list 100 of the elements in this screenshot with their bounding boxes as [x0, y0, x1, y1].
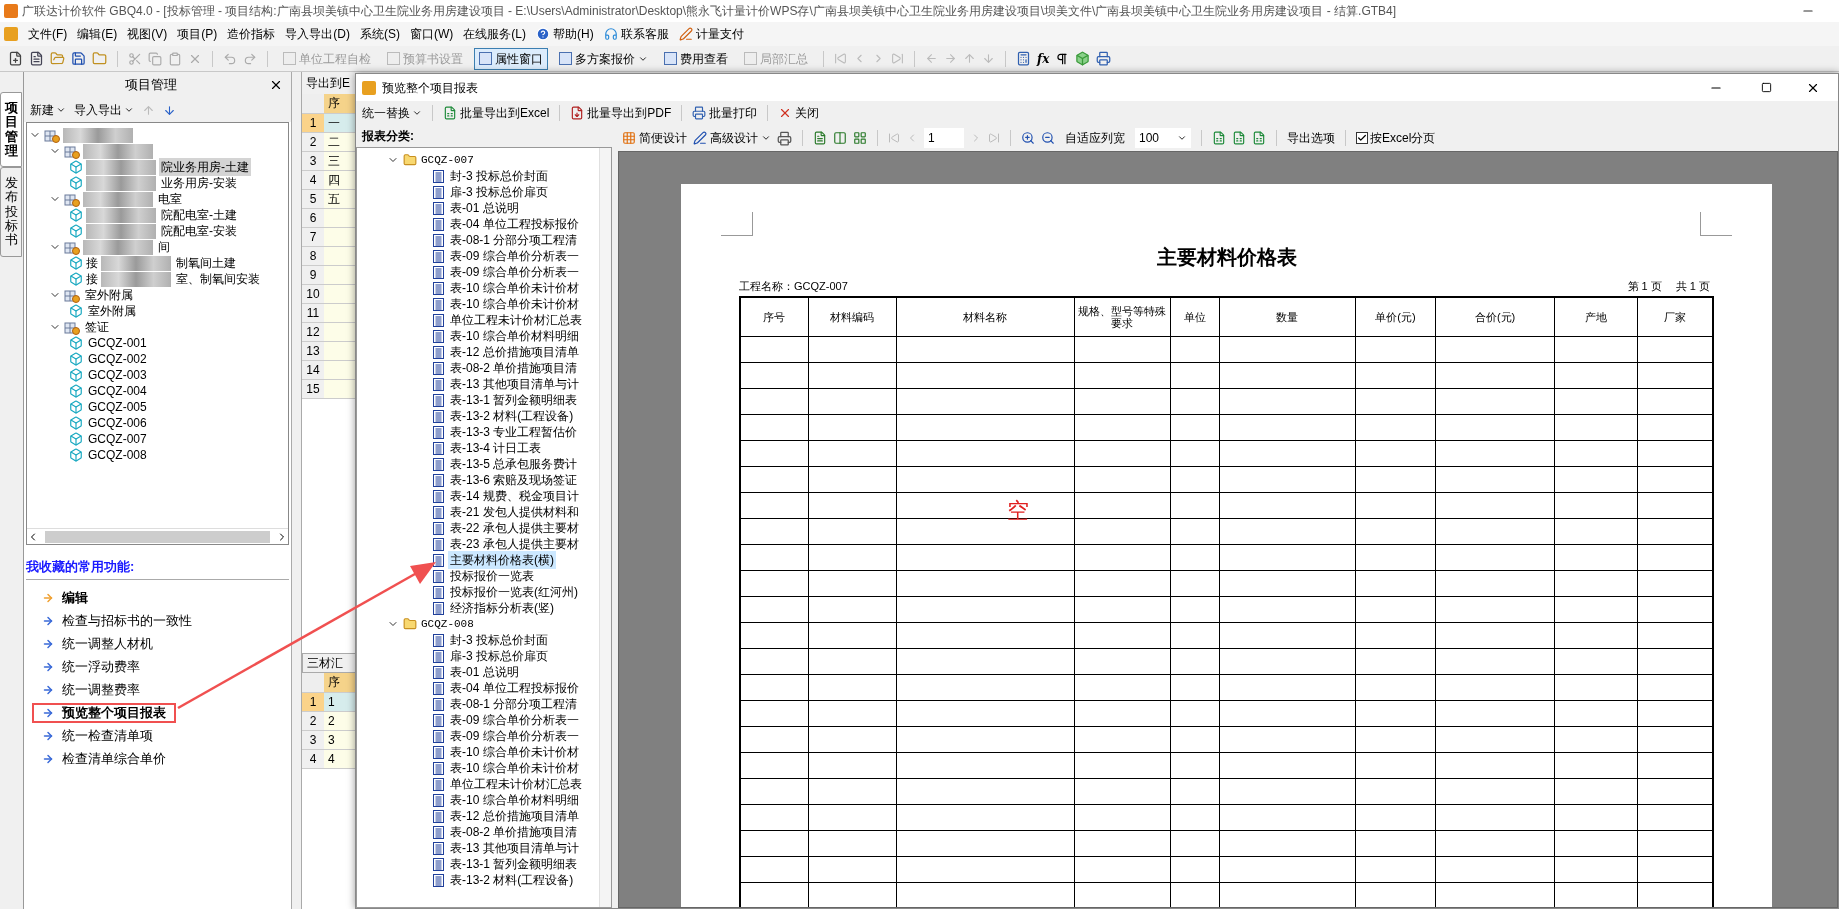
menu-item[interactable]: 导入导出(D) — [285, 25, 350, 43]
report-tree-item[interactable]: 封-3 投标总价封面 — [448, 167, 550, 185]
favorite-link[interactable]: 统一浮动费率 — [62, 656, 140, 677]
report-tree-item[interactable]: 表-13-4 计日工表 — [448, 439, 544, 457]
menu-item[interactable]: 编辑(E) — [77, 25, 118, 43]
toolbar-button[interactable]: 多方案报价 — [554, 47, 653, 70]
report-tree-item[interactable]: 表-13-2 材料(工程设备) — [448, 871, 576, 889]
import-export-dropdown-button[interactable]: 导入导出 — [74, 101, 134, 119]
page-number-field[interactable]: 1 — [924, 128, 964, 148]
tree-item[interactable]: GCQZ-005 — [86, 398, 149, 416]
close-icon[interactable] — [269, 78, 283, 92]
report-tree-item[interactable]: 表-12 总价措施项目清单 — [448, 807, 581, 825]
move-left-icon[interactable] — [925, 52, 938, 65]
tree-item[interactable]: GCQZ-001 — [86, 334, 149, 352]
multi-page-icon[interactable] — [853, 131, 867, 145]
spreadsheet-icon[interactable] — [1212, 131, 1226, 145]
report-tree-item[interactable]: 表-21 发包人提供材料和 — [448, 503, 581, 521]
close-button[interactable]: 关闭 — [778, 104, 820, 122]
new-dropdown-button[interactable]: 新建 — [30, 101, 66, 119]
report-tree-item[interactable]: 表-01 总说明 — [448, 663, 521, 681]
report-tree-item[interactable]: 封-3 投标总价封面 — [448, 631, 550, 649]
toolbar-button[interactable]: 属性窗口 — [474, 47, 548, 70]
export-excel-button[interactable]: 批量导出到Excel — [443, 104, 550, 122]
open-folder-icon[interactable] — [50, 51, 65, 66]
menu-item[interactable]: 窗口(W) — [410, 25, 454, 43]
report-tree-item[interactable]: 表-22 承包人提供主要材 — [448, 519, 581, 537]
tree-item[interactable]: 院配电室-土建 — [159, 206, 239, 224]
report-tree-item[interactable]: 投标报价一览表(红河州) — [448, 583, 580, 601]
zoom-out-icon[interactable] — [1041, 131, 1055, 145]
move-right-icon[interactable] — [944, 52, 957, 65]
tree-item[interactable]: 室、制氧间安装 — [174, 270, 262, 288]
toolbar-button[interactable]: 费用查看 — [659, 47, 733, 70]
report-tree-item[interactable]: 表-10 综合单价未计价材 — [448, 295, 581, 313]
advanced-design-dropdown-button[interactable]: 高级设计 — [693, 129, 771, 147]
scrollbar-thumb[interactable] — [45, 530, 270, 543]
formula-button[interactable]: fx — [1037, 49, 1050, 68]
zoom-in-icon[interactable] — [1021, 131, 1035, 145]
menu-item[interactable]: 视图(V) — [127, 25, 168, 43]
tree-item[interactable]: GCQZ-004 — [86, 382, 149, 400]
report-tree-item[interactable]: 表-10 综合单价未计价材 — [448, 743, 581, 761]
move-down-icon[interactable] — [163, 103, 176, 117]
tree-item[interactable]: 室外附属 — [83, 286, 135, 304]
export-pdf-button[interactable]: 批量导出到PDF — [570, 104, 672, 122]
tree-item[interactable]: 院配电室-安装 — [159, 222, 239, 240]
report-tree-item[interactable]: 表-13-6 索赔及现场签证 — [448, 471, 580, 489]
tree-item[interactable]: GCQZ-002 — [86, 350, 149, 368]
report-tree-item[interactable]: 投标报价一览表 — [448, 567, 536, 585]
excel-paging-checkbox[interactable]: 按Excel分页 — [1356, 129, 1436, 147]
report-tree-item[interactable]: 表-08-2 单价措施项目清 — [448, 359, 580, 377]
calculator-icon[interactable] — [1016, 51, 1031, 66]
first-icon[interactable] — [834, 52, 847, 65]
cut-icon[interactable] — [128, 51, 142, 66]
maximize-icon[interactable] — [1761, 82, 1772, 93]
undo-icon[interactable] — [223, 51, 237, 66]
tree-item[interactable]: 业务用房-安装 — [159, 174, 239, 192]
move-up-icon[interactable] — [963, 52, 976, 65]
report-tree-item[interactable]: 表-08-2 单价措施项目清 — [448, 823, 580, 841]
report-tree-item[interactable]: 表-14 规费、税金项目计 — [448, 487, 581, 505]
report-tree-item[interactable]: 表-10 综合单价未计价材 — [448, 279, 581, 297]
report-tree-item[interactable]: 表-12 总价措施项目清单 — [448, 343, 581, 361]
report-tree-item[interactable]: 经济指标分析表(竖) — [448, 599, 556, 617]
tree-item[interactable]: 签证 — [83, 318, 111, 336]
move-up-icon[interactable] — [142, 103, 155, 117]
report-tree-item[interactable]: 单位工程未计价材汇总表 — [448, 311, 584, 329]
tree-item[interactable]: 室外附属 — [86, 302, 138, 320]
report-tree-item[interactable]: 表-09 综合单价分析表一 — [448, 263, 581, 281]
last-page-icon[interactable] — [988, 132, 1000, 144]
fit-width-button[interactable]: 自适应列宽 — [1061, 129, 1129, 147]
report-tree-item[interactable]: 表-09 综合单价分析表一 — [448, 247, 581, 265]
spreadsheet-icon[interactable] — [1252, 131, 1266, 145]
report-tree-item[interactable]: 表-13-3 专业工程暂估价 — [448, 423, 580, 441]
side-tab[interactable]: 项目管理 — [0, 92, 22, 168]
copy-icon[interactable] — [148, 51, 162, 66]
menu-item[interactable]: 项目(P) — [177, 25, 218, 43]
report-tree-item[interactable]: 表-10 综合单价材料明细 — [448, 791, 581, 809]
export-options-button[interactable]: 导出选项 — [1287, 129, 1335, 147]
tree-item[interactable]: GCQZ-003 — [86, 366, 149, 384]
vertical-scrollbar[interactable] — [599, 148, 611, 907]
report-tree-item[interactable]: 扉-3 投标总价扉页 — [448, 647, 550, 665]
save-icon[interactable] — [71, 51, 86, 66]
report-tree-item[interactable]: 表-08-1 分部分项工程清 — [448, 695, 580, 713]
favorite-link[interactable]: 编辑 — [62, 587, 88, 608]
tree-item[interactable]: 电室 — [156, 190, 184, 208]
report-tree-item[interactable]: 单位工程未计价材汇总表 — [448, 775, 584, 793]
new-file-icon[interactable] — [8, 51, 23, 66]
pilcrow-icon[interactable] — [1055, 51, 1070, 66]
tree-item[interactable]: 制氧间土建 — [174, 254, 238, 272]
report-tree-item[interactable]: 表-04 单位工程投标报价 — [448, 215, 581, 233]
report-tree-item[interactable]: 表-13-1 暂列金额明细表 — [448, 391, 580, 409]
printer-icon[interactable] — [1096, 51, 1112, 66]
report-tree-item[interactable]: 表-23 承包人提供主要材 — [448, 535, 581, 553]
last-icon[interactable] — [891, 52, 904, 65]
two-page-icon[interactable] — [833, 131, 847, 145]
report-tree-item[interactable]: 表-13-5 总承包服务费计 — [448, 455, 580, 473]
menu-item[interactable]: 文件(F) — [28, 25, 68, 43]
tree-item[interactable]: GCQZ-008 — [86, 446, 149, 464]
tree-item[interactable]: 间 — [156, 238, 172, 256]
tree-item[interactable]: GCQZ-006 — [86, 414, 149, 432]
menu-item[interactable]: 计量支付 — [678, 25, 744, 43]
menu-item[interactable]: 造价指标 — [227, 25, 276, 43]
